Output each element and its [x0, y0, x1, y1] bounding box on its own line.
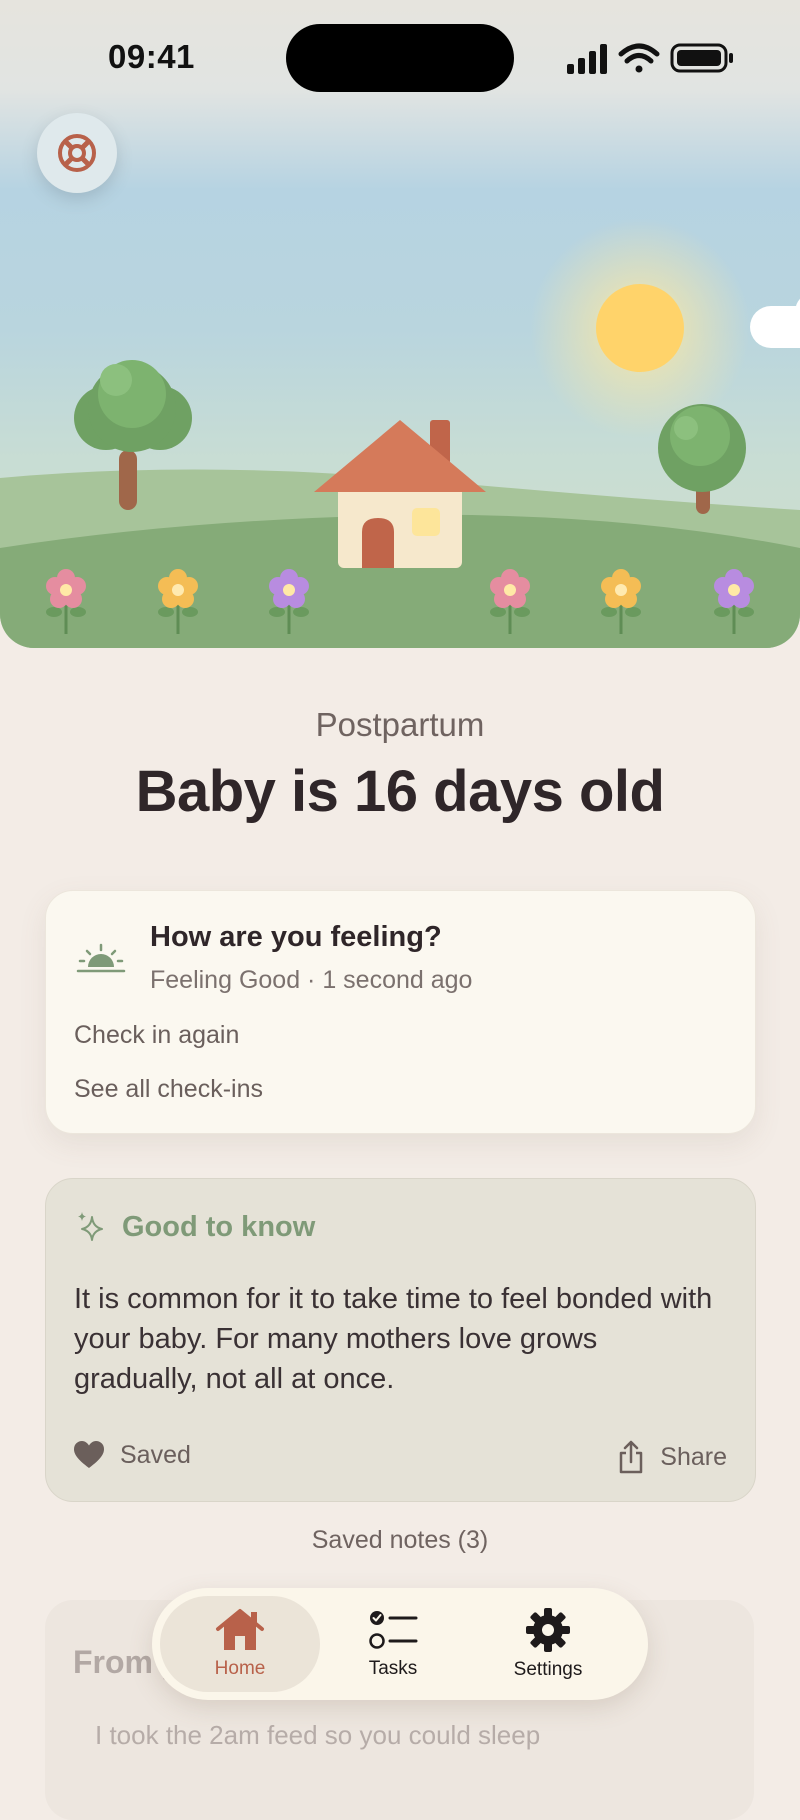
check-in-again-link[interactable]: Check in again	[74, 1021, 239, 1050]
dynamic-island	[286, 24, 514, 92]
sun	[596, 284, 684, 372]
tab-settings[interactable]: Settings	[468, 1596, 628, 1692]
hero-illustration: 09:41	[0, 0, 800, 648]
feeling-card: How are you feeling? Feeling Good · 1 se…	[45, 890, 756, 1134]
tab-tasks-label: Tasks	[368, 1658, 418, 1679]
baby-age-headline: Baby is 16 days old	[135, 759, 665, 824]
tab-home[interactable]: Home	[160, 1596, 320, 1692]
saved-button[interactable]: Saved	[74, 1437, 191, 1473]
cloud	[750, 292, 800, 348]
good-to-know-title: Good to know	[122, 1211, 316, 1243]
tab-tasks[interactable]: Tasks	[318, 1596, 468, 1692]
status-time: 09:41	[108, 38, 195, 75]
feeling-title: How are you feeling?	[150, 921, 442, 953]
share-button[interactable]: Share	[618, 1437, 727, 1477]
heart-icon	[74, 1441, 104, 1468]
sparkle-icon	[78, 1212, 103, 1241]
saved-notes-link[interactable]: Saved notes (3)	[0, 1526, 800, 1555]
partner-note-quote: I took the 2am feed so you could sleep	[95, 1720, 541, 1750]
house	[314, 420, 486, 568]
signal-icon	[567, 44, 607, 74]
lifebuoy-icon	[58, 134, 96, 172]
gear-icon	[526, 1608, 570, 1652]
see-all-check-ins-link[interactable]: See all check-ins	[74, 1075, 263, 1104]
battery-icon	[670, 43, 733, 73]
sunrise-icon	[76, 943, 126, 973]
tab-bar: Home Tasks Settings	[152, 1588, 648, 1700]
garden-scene	[0, 218, 800, 648]
tree-right	[658, 404, 746, 514]
feeling-status: Feeling Good · 1 second ago	[150, 966, 473, 994]
saved-label: Saved	[120, 1440, 191, 1469]
checklist-icon	[369, 1611, 418, 1649]
tab-home-label: Home	[214, 1658, 266, 1679]
phase-label: Postpartum	[315, 706, 485, 743]
tab-settings-label: Settings	[513, 1659, 583, 1680]
status-icons	[567, 43, 733, 74]
share-icon	[620, 1440, 643, 1474]
wifi-icon	[618, 43, 660, 73]
home-icon	[216, 1609, 264, 1650]
help-button[interactable]	[37, 113, 117, 193]
share-label: Share	[660, 1442, 727, 1471]
tip-text: It is common for it to take time to feel…	[74, 1283, 713, 1395]
good-to-know-card: Good to know It is common for it to take…	[45, 1178, 756, 1502]
